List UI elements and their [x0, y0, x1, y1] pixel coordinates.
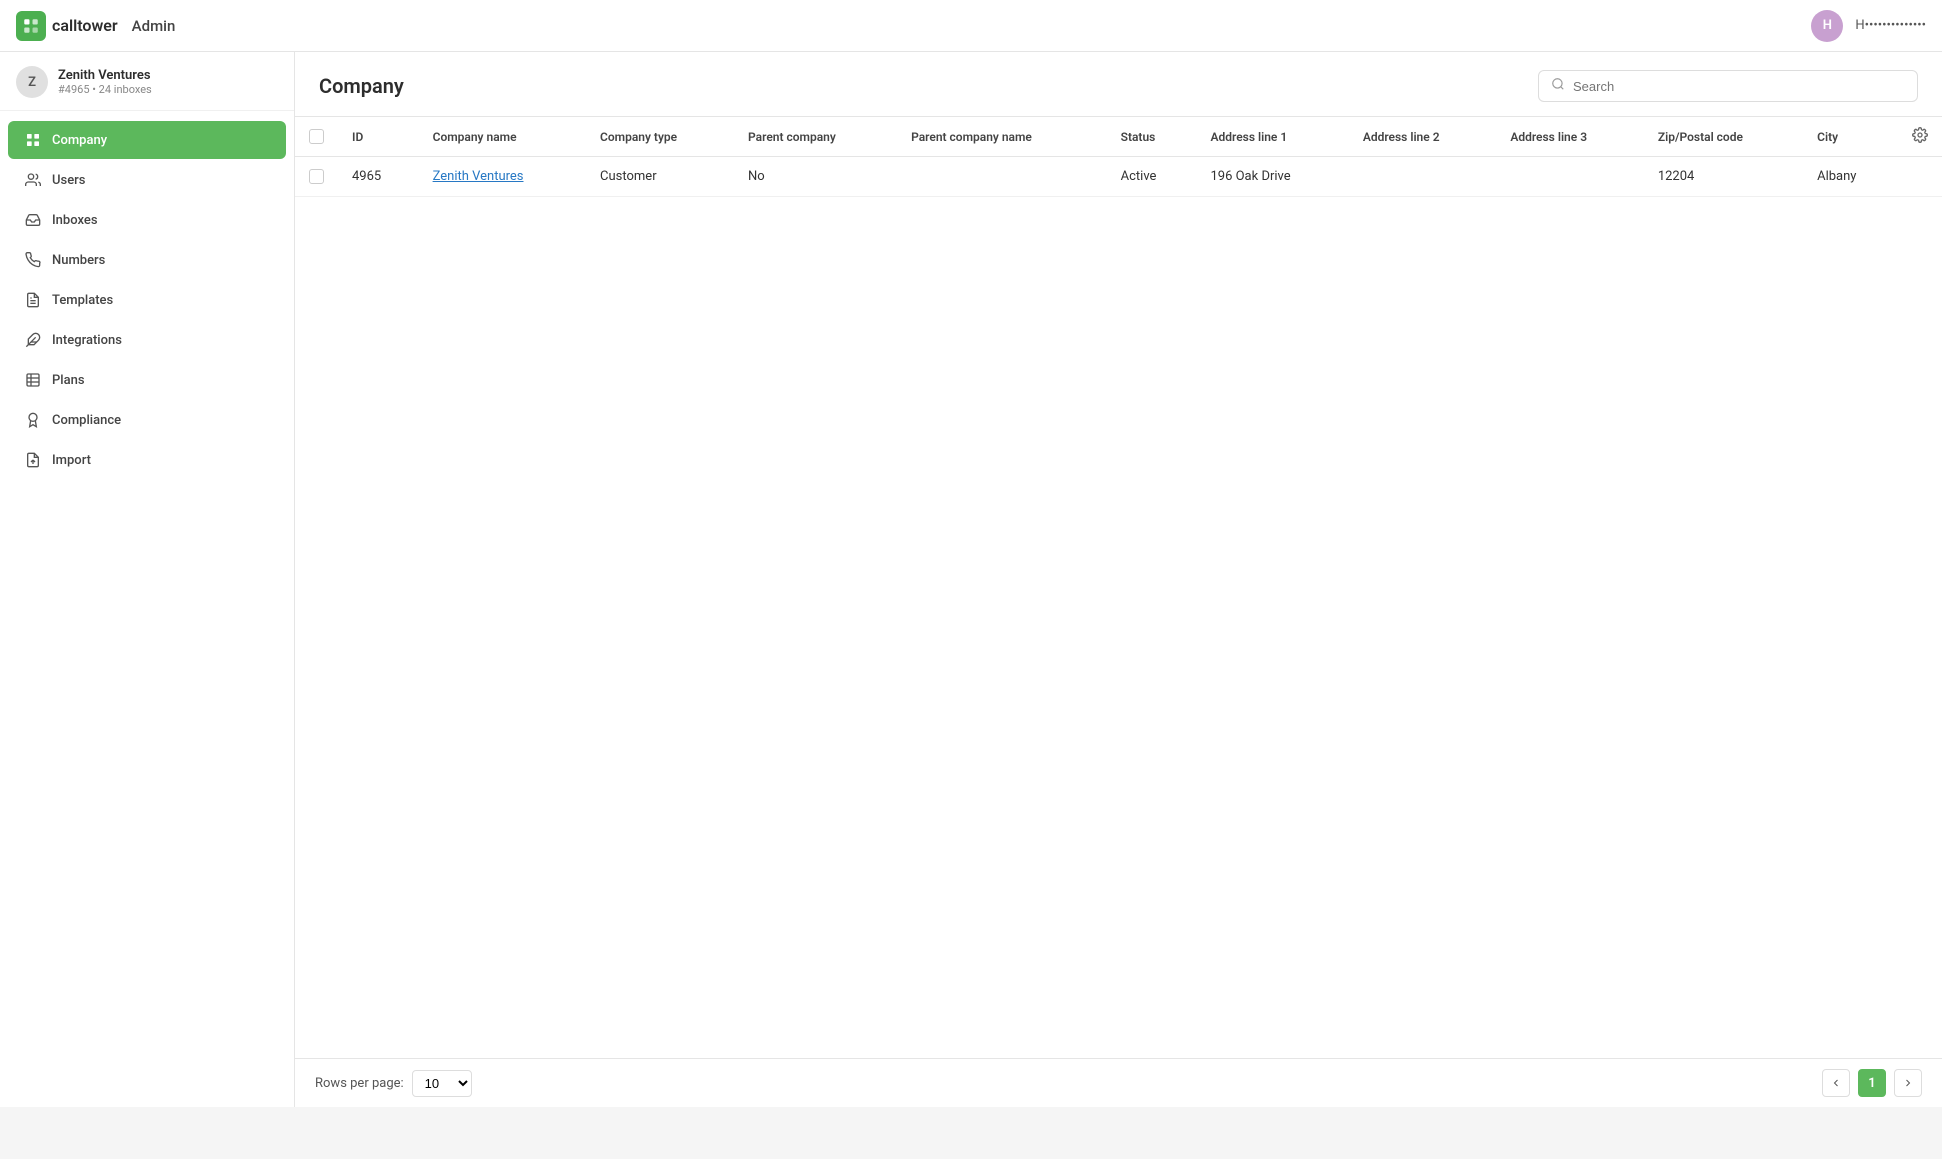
account-avatar: Z [16, 66, 48, 98]
logo: calltower [16, 11, 118, 41]
col-city: City [1803, 117, 1898, 157]
sidebar-item-integrations[interactable]: Integrations [8, 321, 286, 359]
row-checkbox[interactable] [309, 169, 324, 184]
account-meta: #4965 • 24 inboxes [58, 83, 152, 96]
cell-city: Albany [1803, 157, 1898, 197]
col-settings [1898, 117, 1942, 157]
cell-id: 4965 [338, 157, 419, 197]
sidebar-item-plans[interactable]: Plans [8, 361, 286, 399]
cell-address-line-1: 196 Oak Drive [1196, 157, 1348, 197]
account-name: Zenith Ventures [58, 68, 152, 83]
sidebar-item-inboxes[interactable]: Inboxes [8, 201, 286, 239]
col-company-type: Company type [586, 117, 734, 157]
header-left: calltower Admin [16, 11, 175, 41]
phone-icon [24, 251, 42, 269]
sidebar-item-users[interactable]: Users [8, 161, 286, 199]
cell-company-name: Zenith Ventures [419, 157, 586, 197]
nav-list: Company Users [0, 111, 294, 489]
cell-zip: 12204 [1644, 157, 1803, 197]
sidebar-item-numbers-label: Numbers [52, 253, 105, 268]
col-zip: Zip/Postal code [1644, 117, 1803, 157]
top-header: calltower Admin H H•••••••••••••• [0, 0, 1942, 52]
rows-per-page-label: Rows per page: [315, 1076, 404, 1091]
col-address-line-2: Address line 2 [1349, 117, 1497, 157]
next-page-button[interactable] [1894, 1069, 1922, 1097]
user-name: H•••••••••••••• [1855, 18, 1926, 33]
page-title: Company [319, 74, 404, 98]
col-address-line-1: Address line 1 [1196, 117, 1348, 157]
col-parent-company: Parent company [734, 117, 897, 157]
content-header: Company [295, 52, 1942, 117]
admin-label: Admin [132, 17, 176, 35]
col-company-name: Company name [419, 117, 586, 157]
logo-icon [16, 11, 46, 41]
search-box[interactable] [1538, 70, 1918, 102]
sidebar-item-company-label: Company [52, 133, 107, 148]
page-1-button[interactable]: 1 [1858, 1069, 1886, 1097]
account-info: Zenith Ventures #4965 • 24 inboxes [58, 68, 152, 96]
inbox-icon [24, 211, 42, 229]
main-content: Company ID [295, 52, 1942, 1107]
table-settings-button[interactable] [1912, 132, 1928, 146]
prev-page-button[interactable] [1822, 1069, 1850, 1097]
rows-per-page: Rows per page: 10 25 50 100 [315, 1070, 472, 1097]
col-id: ID [338, 117, 419, 157]
grid-icon [24, 131, 42, 149]
logo-text: calltower [52, 16, 118, 35]
sidebar-item-company[interactable]: Company [8, 121, 286, 159]
users-icon [24, 171, 42, 189]
puzzle-icon [24, 331, 42, 349]
table-area: ID Company name Company type Parent comp… [295, 117, 1942, 1058]
sidebar-item-templates-label: Templates [52, 293, 113, 308]
company-table: ID Company name Company type Parent comp… [295, 117, 1942, 197]
cell-settings [1898, 157, 1942, 197]
sidebar-item-numbers[interactable]: Numbers [8, 241, 286, 279]
sidebar-item-import-label: Import [52, 453, 91, 468]
search-input[interactable] [1573, 79, 1905, 94]
layout: Z Zenith Ventures #4965 • 24 inboxes Com… [0, 52, 1942, 1107]
col-address-line-3: Address line 3 [1496, 117, 1644, 157]
table-icon [24, 371, 42, 389]
col-status: Status [1107, 117, 1197, 157]
sidebar-item-compliance-label: Compliance [52, 413, 121, 428]
sidebar-item-inboxes-label: Inboxes [52, 213, 98, 228]
cell-parent-company-name [897, 157, 1107, 197]
rows-select[interactable]: 10 25 50 100 [412, 1070, 472, 1097]
table-footer: Rows per page: 10 25 50 100 1 [295, 1058, 1942, 1107]
sidebar-item-users-label: Users [52, 173, 85, 188]
user-avatar[interactable]: H [1811, 10, 1843, 42]
badge-icon [24, 411, 42, 429]
header-right: H H•••••••••••••• [1811, 10, 1926, 42]
select-all-checkbox[interactable] [309, 129, 324, 144]
cell-address-line-2 [1349, 157, 1497, 197]
row-checkbox-cell [295, 157, 338, 197]
select-all-header [295, 117, 338, 157]
col-parent-company-name: Parent company name [897, 117, 1107, 157]
table-row[interactable]: 4965 Zenith Ventures Customer No Active … [295, 157, 1942, 197]
cell-company-type: Customer [586, 157, 734, 197]
upload-icon [24, 451, 42, 469]
sidebar-item-compliance[interactable]: Compliance [8, 401, 286, 439]
file-icon [24, 291, 42, 309]
cell-parent-company: No [734, 157, 897, 197]
sidebar-item-import[interactable]: Import [8, 441, 286, 479]
cell-status: Active [1107, 157, 1197, 197]
pagination: 1 [1822, 1069, 1922, 1097]
cell-address-line-3 [1496, 157, 1644, 197]
sidebar-item-templates[interactable]: Templates [8, 281, 286, 319]
sidebar-item-plans-label: Plans [52, 373, 85, 388]
sidebar: Z Zenith Ventures #4965 • 24 inboxes Com… [0, 52, 295, 1107]
search-icon [1551, 77, 1565, 95]
account-section[interactable]: Z Zenith Ventures #4965 • 24 inboxes [0, 52, 294, 111]
sidebar-item-integrations-label: Integrations [52, 333, 122, 348]
